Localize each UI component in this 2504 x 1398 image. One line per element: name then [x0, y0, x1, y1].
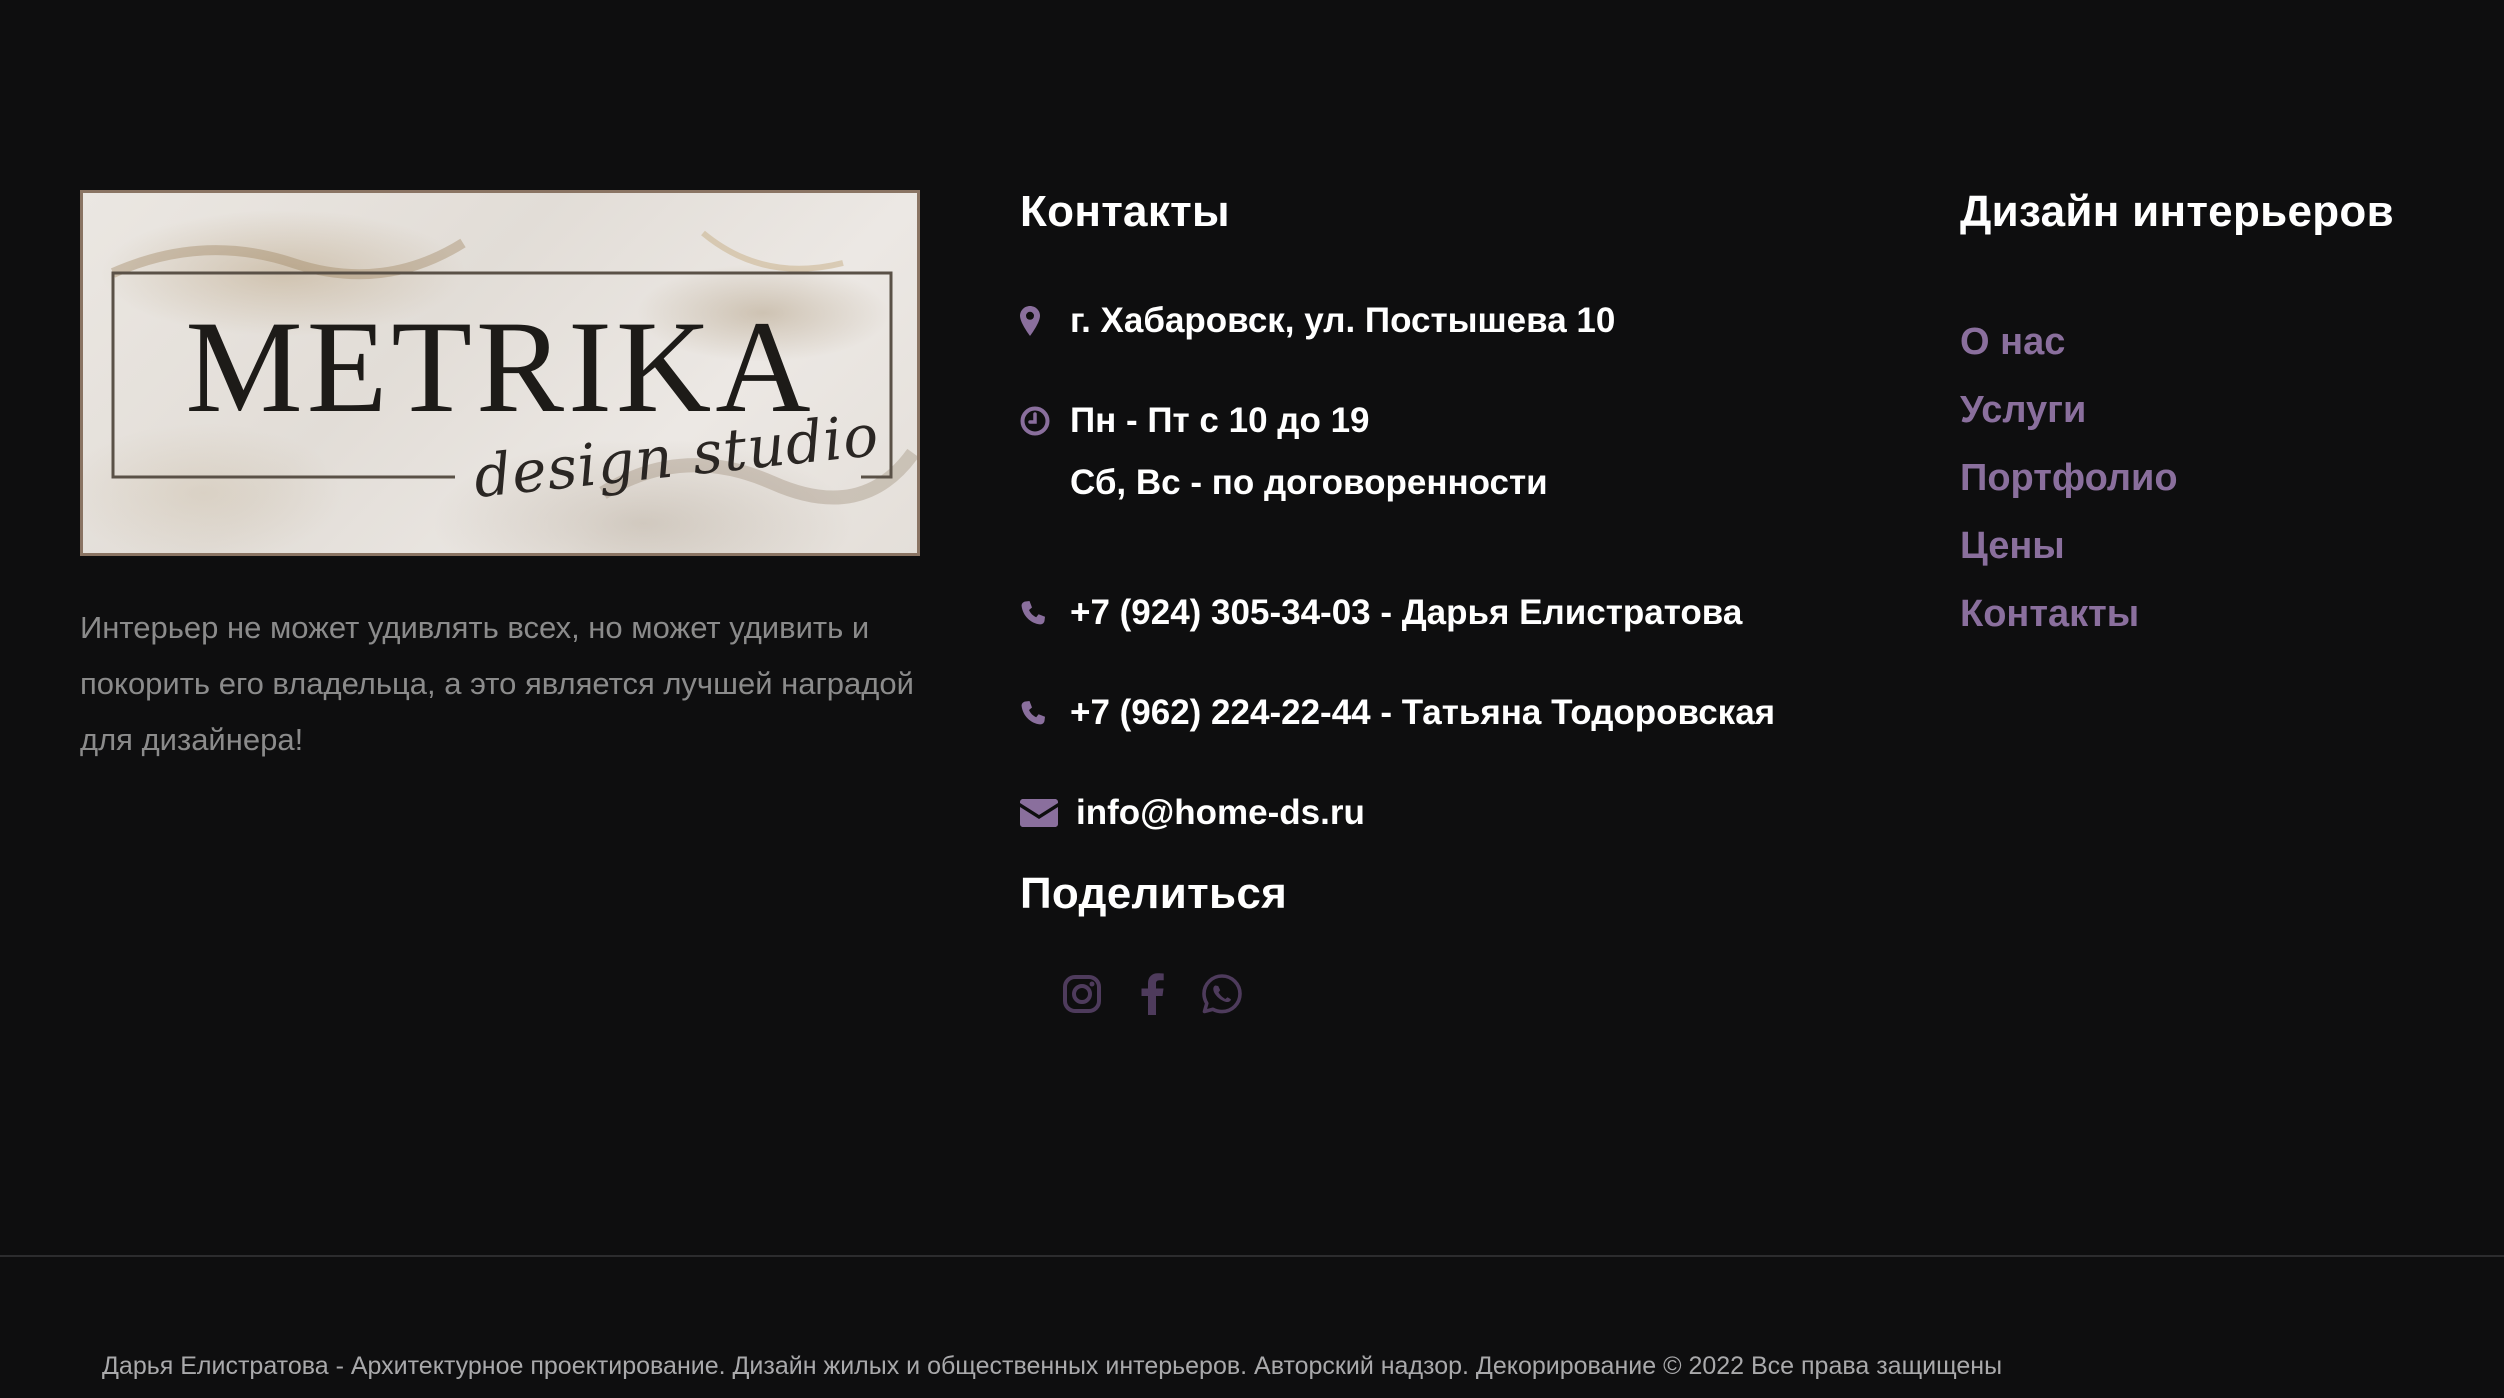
menu-item-contacts[interactable]: Контакты — [1960, 580, 2178, 648]
contacts-column: Контакты г. Хабаровск, ул. Постышева 10 — [1020, 180, 1920, 1015]
hours-weekend: Сб, Вс - по договоренности — [1070, 463, 1548, 502]
social-links — [1058, 970, 1246, 1018]
menu-column: Дизайн интерьеров О нас Услуги Портфолио… — [1960, 180, 2480, 635]
phone-icon — [1020, 582, 1056, 644]
contact-address: г. Хабаровск, ул. Постышева 10 — [1020, 290, 1615, 352]
contact-hours: Пн - Пт с 10 до 19 Сб, Вс - по договорен… — [1020, 390, 1548, 514]
footer-divider — [0, 1255, 2504, 1257]
envelope-icon — [1020, 782, 1060, 844]
brand-logo[interactable]: METRIKA design studio — [80, 190, 920, 556]
clock-icon — [1020, 390, 1054, 452]
footer-menu: О нас Услуги Портфолио Цены Контакты — [1960, 308, 2178, 648]
phone-2-text[interactable]: +7 (962) 224-22-44 - Татьяна Тодоровская — [1070, 682, 1775, 744]
phone-icon — [1020, 682, 1056, 744]
facebook-icon[interactable] — [1128, 970, 1176, 1018]
menu-item-portfolio[interactable]: Портфолио — [1960, 444, 2178, 512]
footer-top: METRIKA design studio Интерьер не может … — [0, 0, 2504, 1255]
share-heading: Поделиться — [1020, 869, 1288, 918]
menu-item-about[interactable]: О нас — [1960, 308, 2178, 376]
contacts-heading: Контакты — [1020, 187, 1230, 236]
email-link[interactable]: info@home-ds.ru — [1076, 782, 1365, 844]
menu-item-services[interactable]: Услуги — [1960, 376, 2178, 444]
phone-1-text[interactable]: +7 (924) 305-34-03 - Дарья Елистратова — [1070, 582, 1742, 644]
tagline: Интерьер не может удивлять всех, но може… — [80, 610, 914, 757]
whatsapp-icon[interactable] — [1198, 970, 1246, 1018]
hours-weekdays: Пн - Пт с 10 до 19 — [1070, 401, 1370, 440]
menu-heading: Дизайн интерьеров — [1960, 187, 2394, 236]
contact-phone-2[interactable]: +7 (962) 224-22-44 - Татьяна Тодоровская — [1020, 682, 1775, 744]
copyright-text: Дарья Елистратова - Архитектурное проект… — [102, 1352, 2003, 1380]
menu-item-prices[interactable]: Цены — [1960, 512, 2178, 580]
instagram-icon[interactable] — [1058, 970, 1106, 1018]
address-text: г. Хабаровск, ул. Постышева 10 — [1070, 301, 1616, 340]
contact-email[interactable]: info@home-ds.ru — [1020, 782, 1365, 844]
map-marker-icon — [1020, 290, 1056, 352]
contact-phone-1[interactable]: +7 (924) 305-34-03 - Дарья Елистратова — [1020, 582, 1742, 644]
